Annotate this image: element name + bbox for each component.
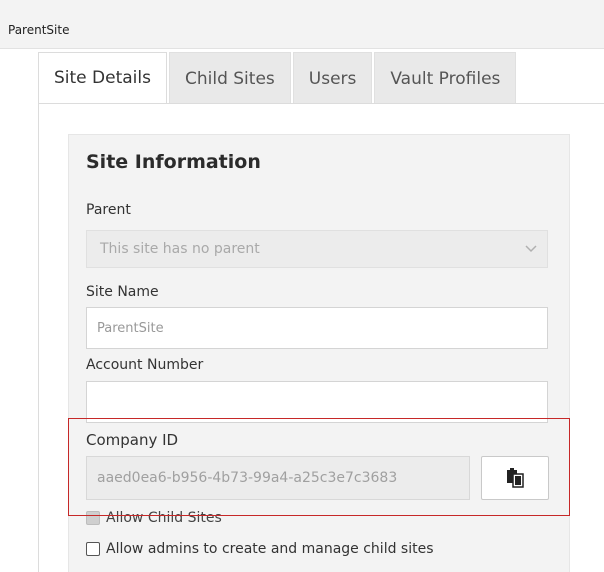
tab-child-sites[interactable]: Child Sites	[168, 52, 291, 104]
allow-admins-row: Allow admins to create and manage child …	[86, 541, 434, 557]
site-name-label: Site Name	[86, 284, 159, 300]
site-name-input[interactable]	[86, 307, 548, 349]
allow-child-sites-label: Allow Child Sites	[106, 510, 222, 526]
copy-company-id-button[interactable]	[481, 456, 549, 500]
allow-admins-label: Allow admins to create and manage child …	[106, 541, 434, 557]
chevron-down-icon	[525, 245, 537, 253]
company-id-field[interactable]	[86, 456, 470, 500]
clipboard-copy-icon	[507, 468, 524, 488]
tab-users[interactable]: Users	[292, 52, 373, 104]
parent-label: Parent	[86, 202, 131, 218]
window-title-bar: ParentSite	[0, 0, 604, 49]
tab-site-details[interactable]: Site Details	[38, 52, 167, 104]
tab-vault-profiles[interactable]: Vault Profiles	[374, 52, 517, 104]
company-id-label: Company ID	[86, 431, 179, 449]
parent-select-value: This site has no parent	[100, 241, 260, 257]
parent-select[interactable]: This site has no parent	[86, 230, 548, 268]
account-number-label: Account Number	[86, 357, 204, 373]
site-information-panel	[68, 134, 570, 572]
allow-child-sites-checkbox[interactable]	[86, 511, 100, 525]
allow-admins-checkbox[interactable]	[86, 542, 100, 556]
tab-bar: Site Details Child Sites Users Vault Pro…	[38, 52, 518, 104]
window-title: ParentSite	[8, 23, 70, 37]
allow-child-sites-row: Allow Child Sites	[86, 510, 222, 526]
account-number-input[interactable]	[86, 381, 548, 423]
panel-heading: Site Information	[86, 151, 261, 173]
